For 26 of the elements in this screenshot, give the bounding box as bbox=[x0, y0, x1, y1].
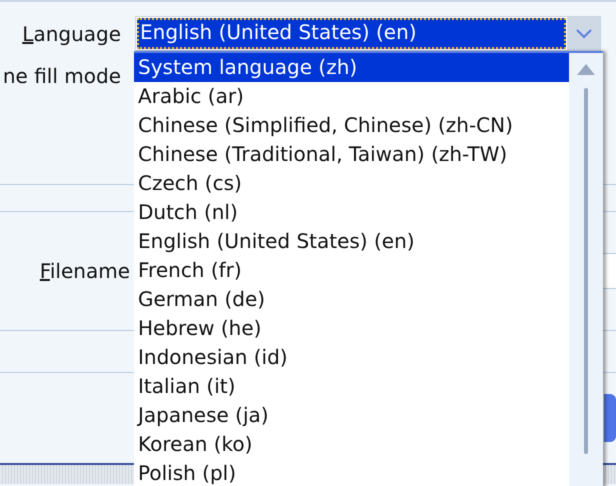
combo-value: English (United States) (en) bbox=[137, 18, 566, 49]
dropdown-button[interactable] bbox=[567, 17, 600, 50]
language-option[interactable]: Chinese (Simplified, Chinese) (zh-CN) bbox=[134, 111, 569, 140]
language-option[interactable]: Polish (pl) bbox=[134, 459, 569, 486]
language-option[interactable]: Arabic (ar) bbox=[134, 82, 569, 111]
field-label: Language bbox=[22, 21, 121, 47]
field-label: ne fill mode bbox=[2, 63, 121, 89]
scroll-up-icon[interactable] bbox=[577, 63, 595, 75]
button-edge[interactable] bbox=[604, 394, 616, 442]
language-option[interactable]: French (fr) bbox=[134, 256, 569, 285]
language-option[interactable]: Czech (cs) bbox=[134, 169, 569, 198]
scrollbar[interactable] bbox=[569, 53, 603, 486]
language-option[interactable]: Chinese (Traditional, Taiwan) (zh-TW) bbox=[134, 140, 569, 169]
language-option[interactable]: German (de) bbox=[134, 285, 569, 314]
language-option[interactable]: Italian (it) bbox=[134, 372, 569, 401]
field-label: Filename bbox=[40, 258, 130, 284]
language-option[interactable]: English (United States) (en) bbox=[134, 227, 569, 256]
language-combo[interactable]: English (United States) (en) bbox=[135, 16, 601, 51]
language-option[interactable]: Japanese (ja) bbox=[134, 401, 569, 430]
language-option[interactable]: Hebrew (he) bbox=[134, 314, 569, 343]
language-option[interactable]: System language (zh) bbox=[134, 53, 569, 82]
scroll-thumb[interactable] bbox=[584, 88, 588, 454]
chevron-down-icon bbox=[576, 28, 592, 38]
language-option[interactable]: Korean (ko) bbox=[134, 430, 569, 459]
language-option[interactable]: Indonesian (id) bbox=[134, 343, 569, 372]
language-option[interactable]: Dutch (nl) bbox=[134, 198, 569, 227]
